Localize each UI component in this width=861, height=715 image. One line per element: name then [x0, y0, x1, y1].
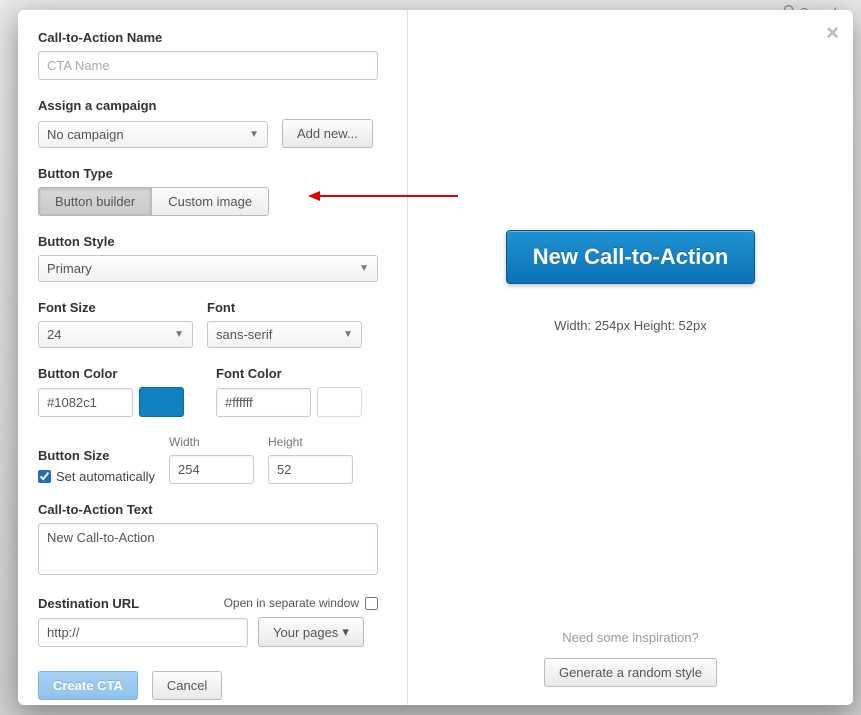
button-type-label: Button Type — [38, 166, 387, 181]
form-pane: Call-to-Action Name Assign a campaign No… — [18, 10, 408, 705]
font-size-value: 24 — [47, 327, 61, 342]
chevron-down-icon: ▼ — [249, 129, 259, 140]
font-value: sans-serif — [216, 327, 272, 342]
font-select[interactable]: sans-serif ▼ — [207, 321, 362, 348]
chevron-down-icon: ▾ — [342, 624, 349, 640]
width-input[interactable] — [169, 455, 254, 484]
width-label: Width — [169, 435, 254, 449]
open-window-label: Open in separate window — [224, 596, 359, 610]
font-size-label: Font Size — [38, 300, 193, 315]
button-color-label: Button Color — [38, 366, 184, 381]
button-color-swatch[interactable] — [139, 387, 184, 417]
button-size-label: Button Size — [38, 448, 155, 463]
campaign-label: Assign a campaign — [38, 98, 387, 113]
add-new-campaign-button[interactable]: Add new... — [282, 119, 373, 148]
generate-random-style-button[interactable]: Generate a random style — [544, 658, 717, 687]
button-style-value: Primary — [47, 261, 92, 276]
open-window-checkbox[interactable] — [365, 597, 378, 610]
create-cta-button[interactable]: Create CTA — [38, 671, 138, 700]
your-pages-button[interactable]: Your pages ▾ — [258, 617, 364, 647]
font-color-input[interactable] — [216, 388, 311, 417]
campaign-select[interactable]: No campaign ▼ — [38, 121, 268, 148]
cta-name-input[interactable] — [38, 51, 378, 80]
your-pages-label: Your pages — [273, 625, 338, 640]
set-automatically-checkbox[interactable] — [38, 470, 51, 483]
button-style-select[interactable]: Primary ▼ — [38, 255, 378, 282]
font-color-label: Font Color — [216, 366, 362, 381]
chevron-down-icon: ▼ — [359, 263, 369, 274]
preview-pane: New Call-to-Action Width: 254px Height: … — [408, 10, 853, 705]
cta-name-label: Call-to-Action Name — [38, 30, 387, 45]
font-size-select[interactable]: 24 ▼ — [38, 321, 193, 348]
button-type-toggle: Button builder Custom image — [38, 187, 269, 216]
seg-button-builder[interactable]: Button builder — [39, 188, 151, 215]
height-input[interactable] — [268, 455, 353, 484]
chevron-down-icon: ▼ — [174, 329, 184, 340]
cta-modal: × Call-to-Action Name Assign a campaign … — [18, 10, 853, 705]
set-automatically-label: Set automatically — [56, 469, 155, 484]
height-label: Height — [268, 435, 353, 449]
preview-dimensions: Width: 254px Height: 52px — [554, 318, 706, 333]
font-color-swatch[interactable] — [317, 387, 362, 417]
chevron-down-icon: ▼ — [343, 329, 353, 340]
dest-url-input[interactable] — [38, 618, 248, 647]
button-style-label: Button Style — [38, 234, 387, 249]
button-color-input[interactable] — [38, 388, 133, 417]
campaign-value: No campaign — [47, 127, 124, 142]
preview-cta-button: New Call-to-Action — [506, 230, 756, 284]
cta-text-label: Call-to-Action Text — [38, 502, 387, 517]
cta-text-input[interactable] — [38, 523, 378, 575]
font-label: Font — [207, 300, 362, 315]
seg-custom-image[interactable]: Custom image — [151, 188, 268, 215]
inspiration-text: Need some inspiration? — [562, 630, 699, 645]
cancel-button[interactable]: Cancel — [152, 671, 222, 700]
